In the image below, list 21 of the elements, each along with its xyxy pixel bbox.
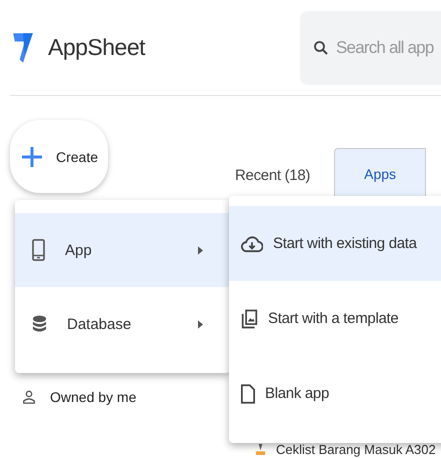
caret-icon — [198, 320, 203, 328]
menu-item[interactable]: Start with a template — [229, 281, 441, 356]
plus-icon — [20, 144, 44, 168]
menu-item[interactable]: Database — [15, 287, 230, 361]
recent-label: Recent (18) — [235, 167, 310, 186]
app-name: AppSheet — [48, 34, 146, 61]
search-icon — [312, 38, 330, 56]
file-icon — [241, 384, 255, 404]
cloud-download-icon — [241, 234, 263, 252]
apps-tab[interactable]: Apps — [334, 148, 426, 198]
person-icon — [22, 389, 36, 405]
phone-icon — [32, 239, 45, 261]
search-field[interactable]: Search all app — [300, 10, 441, 84]
create-button[interactable]: Create — [10, 120, 108, 193]
app-name[interactable]: Ceklist Barang Masuk A302 — [276, 442, 436, 457]
menu-item[interactable]: Start with existing data — [229, 206, 441, 281]
menu-item[interactable]: App — [15, 213, 230, 287]
app-icon — [255, 443, 266, 456]
database-icon — [32, 314, 47, 334]
caret-icon — [198, 246, 203, 254]
image-stack-icon — [241, 308, 258, 328]
